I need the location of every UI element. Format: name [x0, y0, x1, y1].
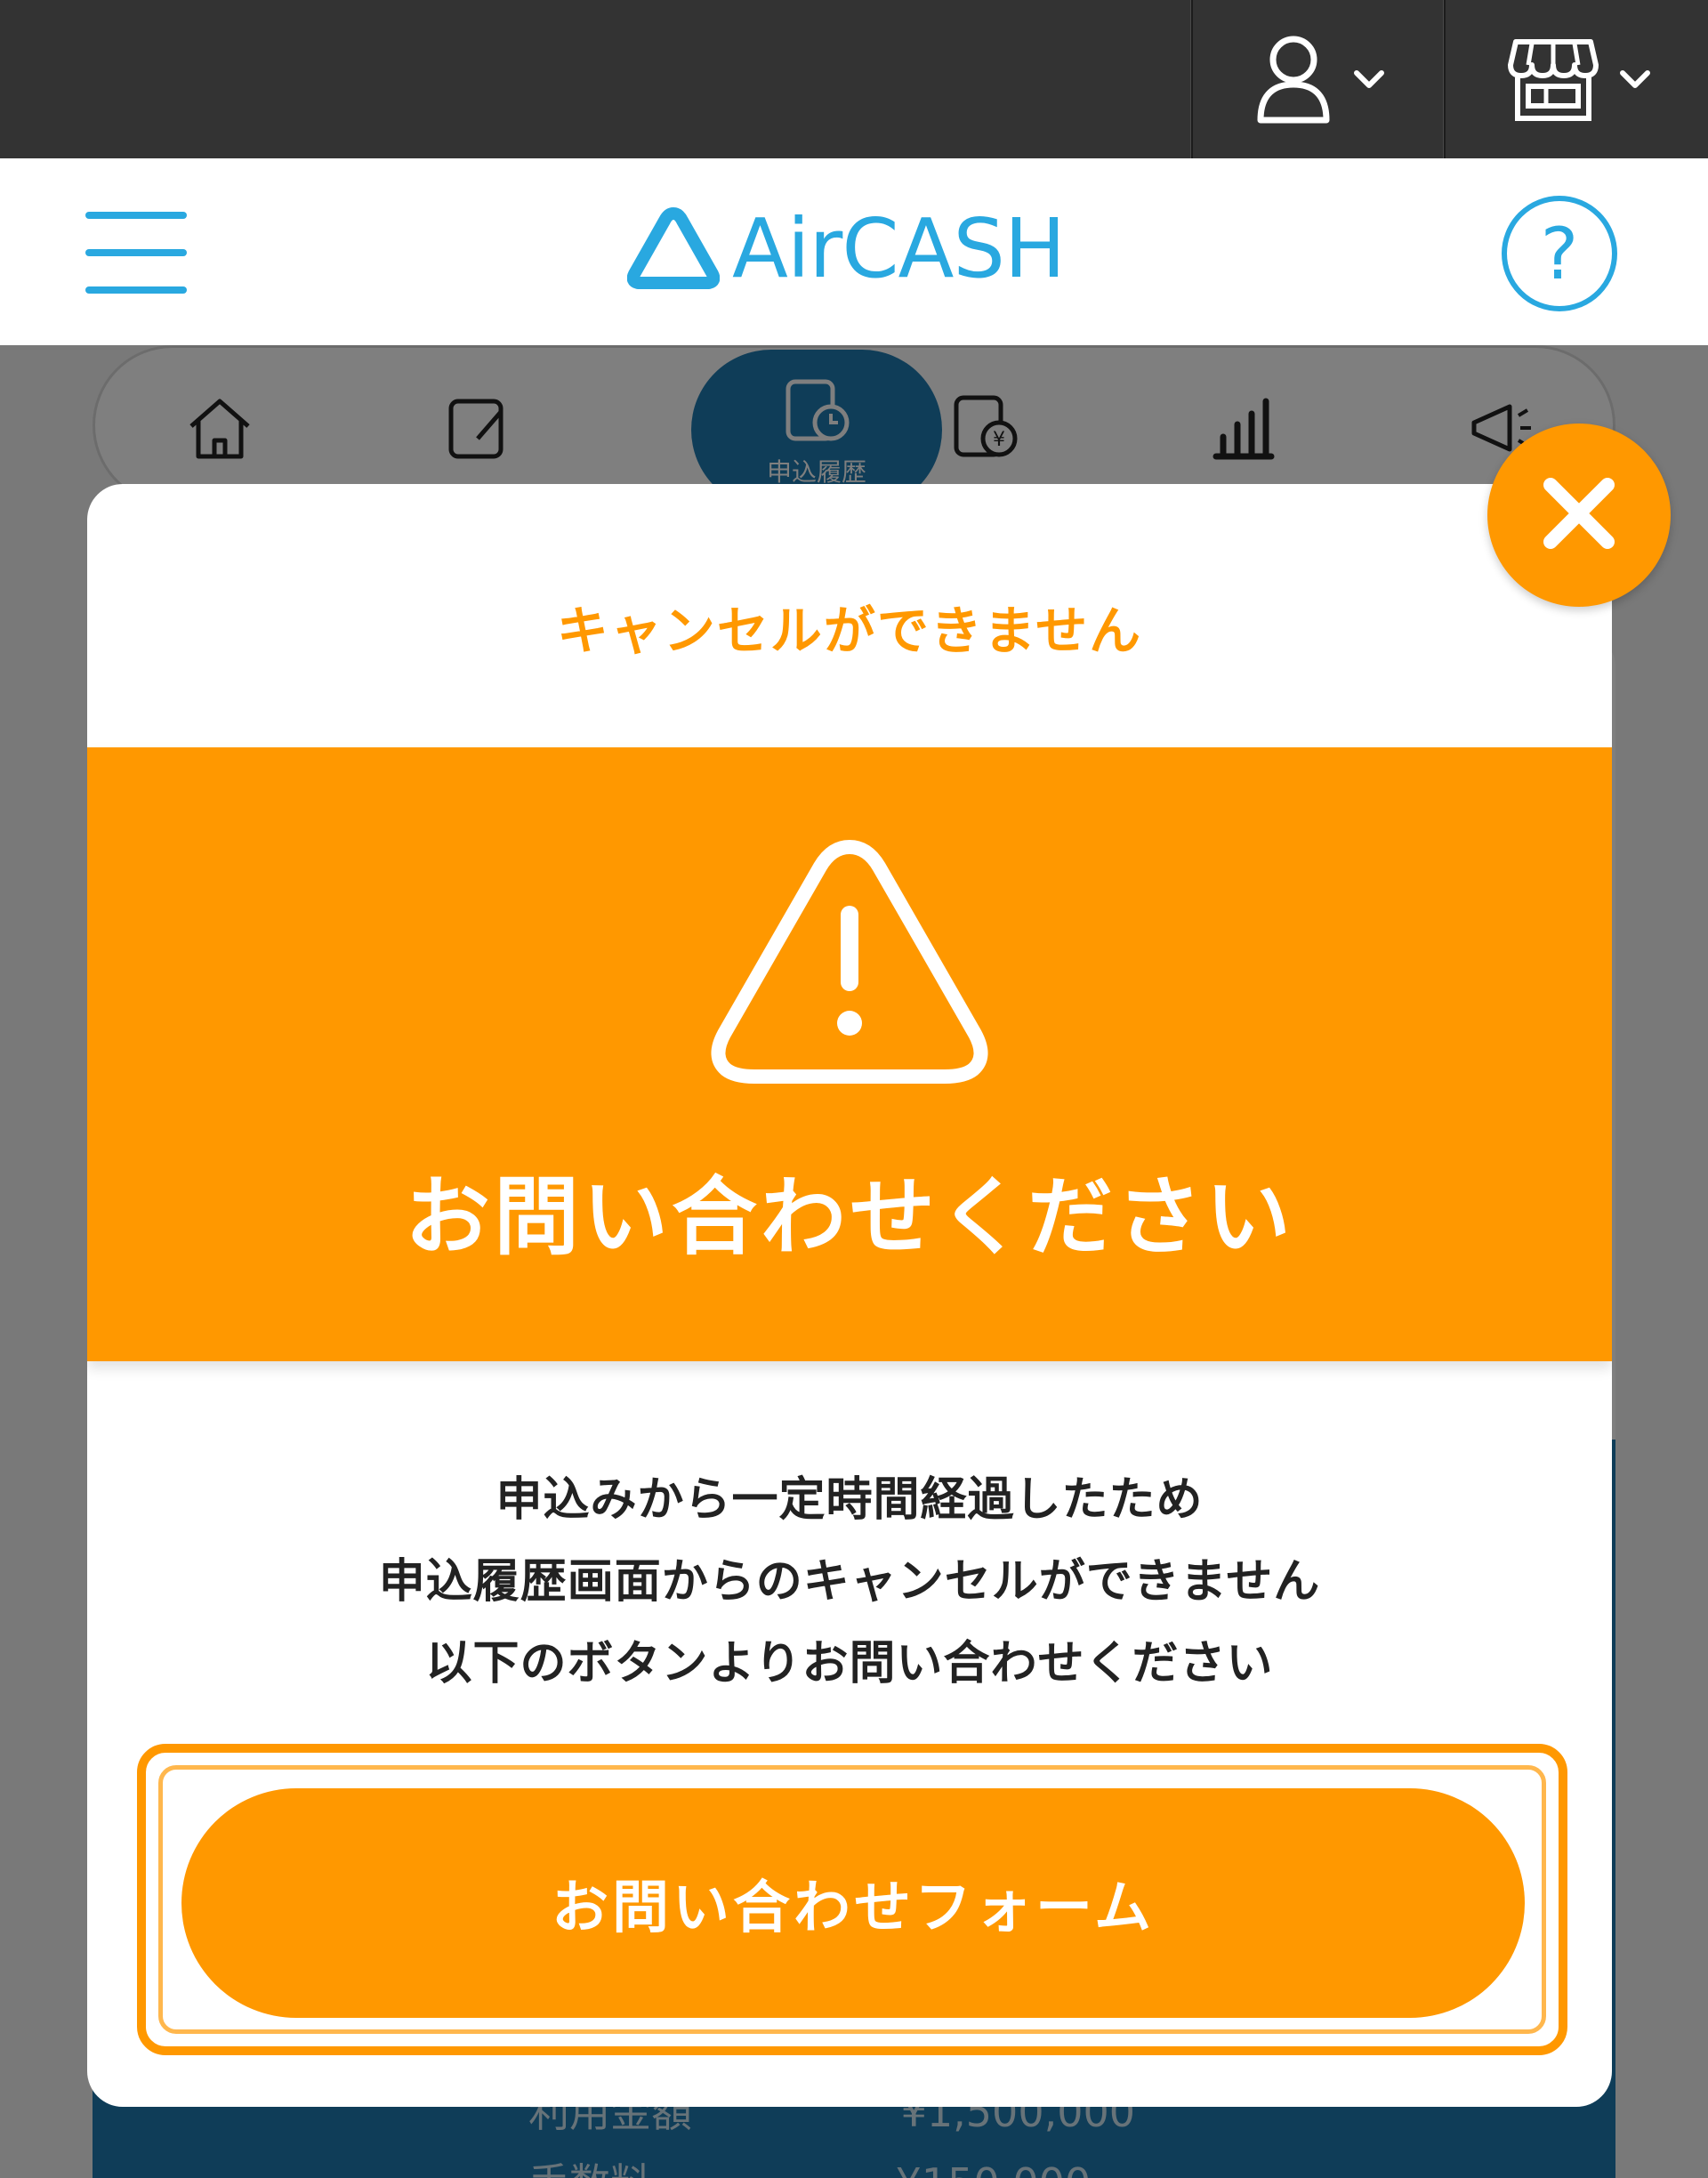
warning-triangle-icon	[710, 833, 989, 1094]
cancel-unavailable-dialog: キャンセルができません お問い合わせください 申込みから一定時間経過したため 申…	[87, 484, 1612, 2107]
top-bar	[0, 0, 1708, 158]
close-dialog-button[interactable]	[1487, 424, 1671, 607]
hamburger-menu-button[interactable]	[85, 212, 187, 294]
message-line: 以下のボタンよりお問い合わせください	[425, 1637, 1274, 1690]
dialog-title: キャンセルができません	[556, 601, 1143, 661]
app-logo[interactable]: AirCASH	[626, 201, 1066, 296]
store-icon	[1507, 35, 1599, 124]
dialog-message: 申込みから一定時間経過したため 申込履歴画面からのキャンセルができません 以下の…	[87, 1459, 1612, 1705]
message-line: 申込履歴画面からのキャンセルができません	[378, 1555, 1321, 1609]
chevron-down-icon	[1353, 69, 1385, 89]
warning-text: お問い合わせください	[405, 1167, 1294, 1267]
warning-banner: お問い合わせください	[87, 747, 1612, 1361]
chevron-down-icon	[1619, 69, 1651, 89]
help-button[interactable]: ?	[1502, 196, 1617, 311]
topbar-divider	[1190, 0, 1193, 158]
help-icon: ?	[1540, 212, 1579, 295]
account-menu-button[interactable]	[1196, 0, 1441, 158]
hamburger-line	[85, 249, 187, 256]
app-header: AirCASH ?	[0, 158, 1708, 345]
store-menu-button[interactable]	[1449, 0, 1708, 158]
user-icon	[1253, 33, 1333, 125]
contact-form-button[interactable]: お問い合わせフォーム	[181, 1788, 1525, 2018]
close-icon	[1535, 469, 1623, 561]
logo-text: AirCASH	[732, 201, 1066, 296]
topbar-divider	[1443, 0, 1446, 158]
hamburger-line	[85, 286, 187, 294]
hamburger-line	[85, 212, 187, 219]
logo-triangle-icon	[626, 205, 721, 294]
message-line: 申込みから一定時間経過したため	[495, 1473, 1204, 1527]
